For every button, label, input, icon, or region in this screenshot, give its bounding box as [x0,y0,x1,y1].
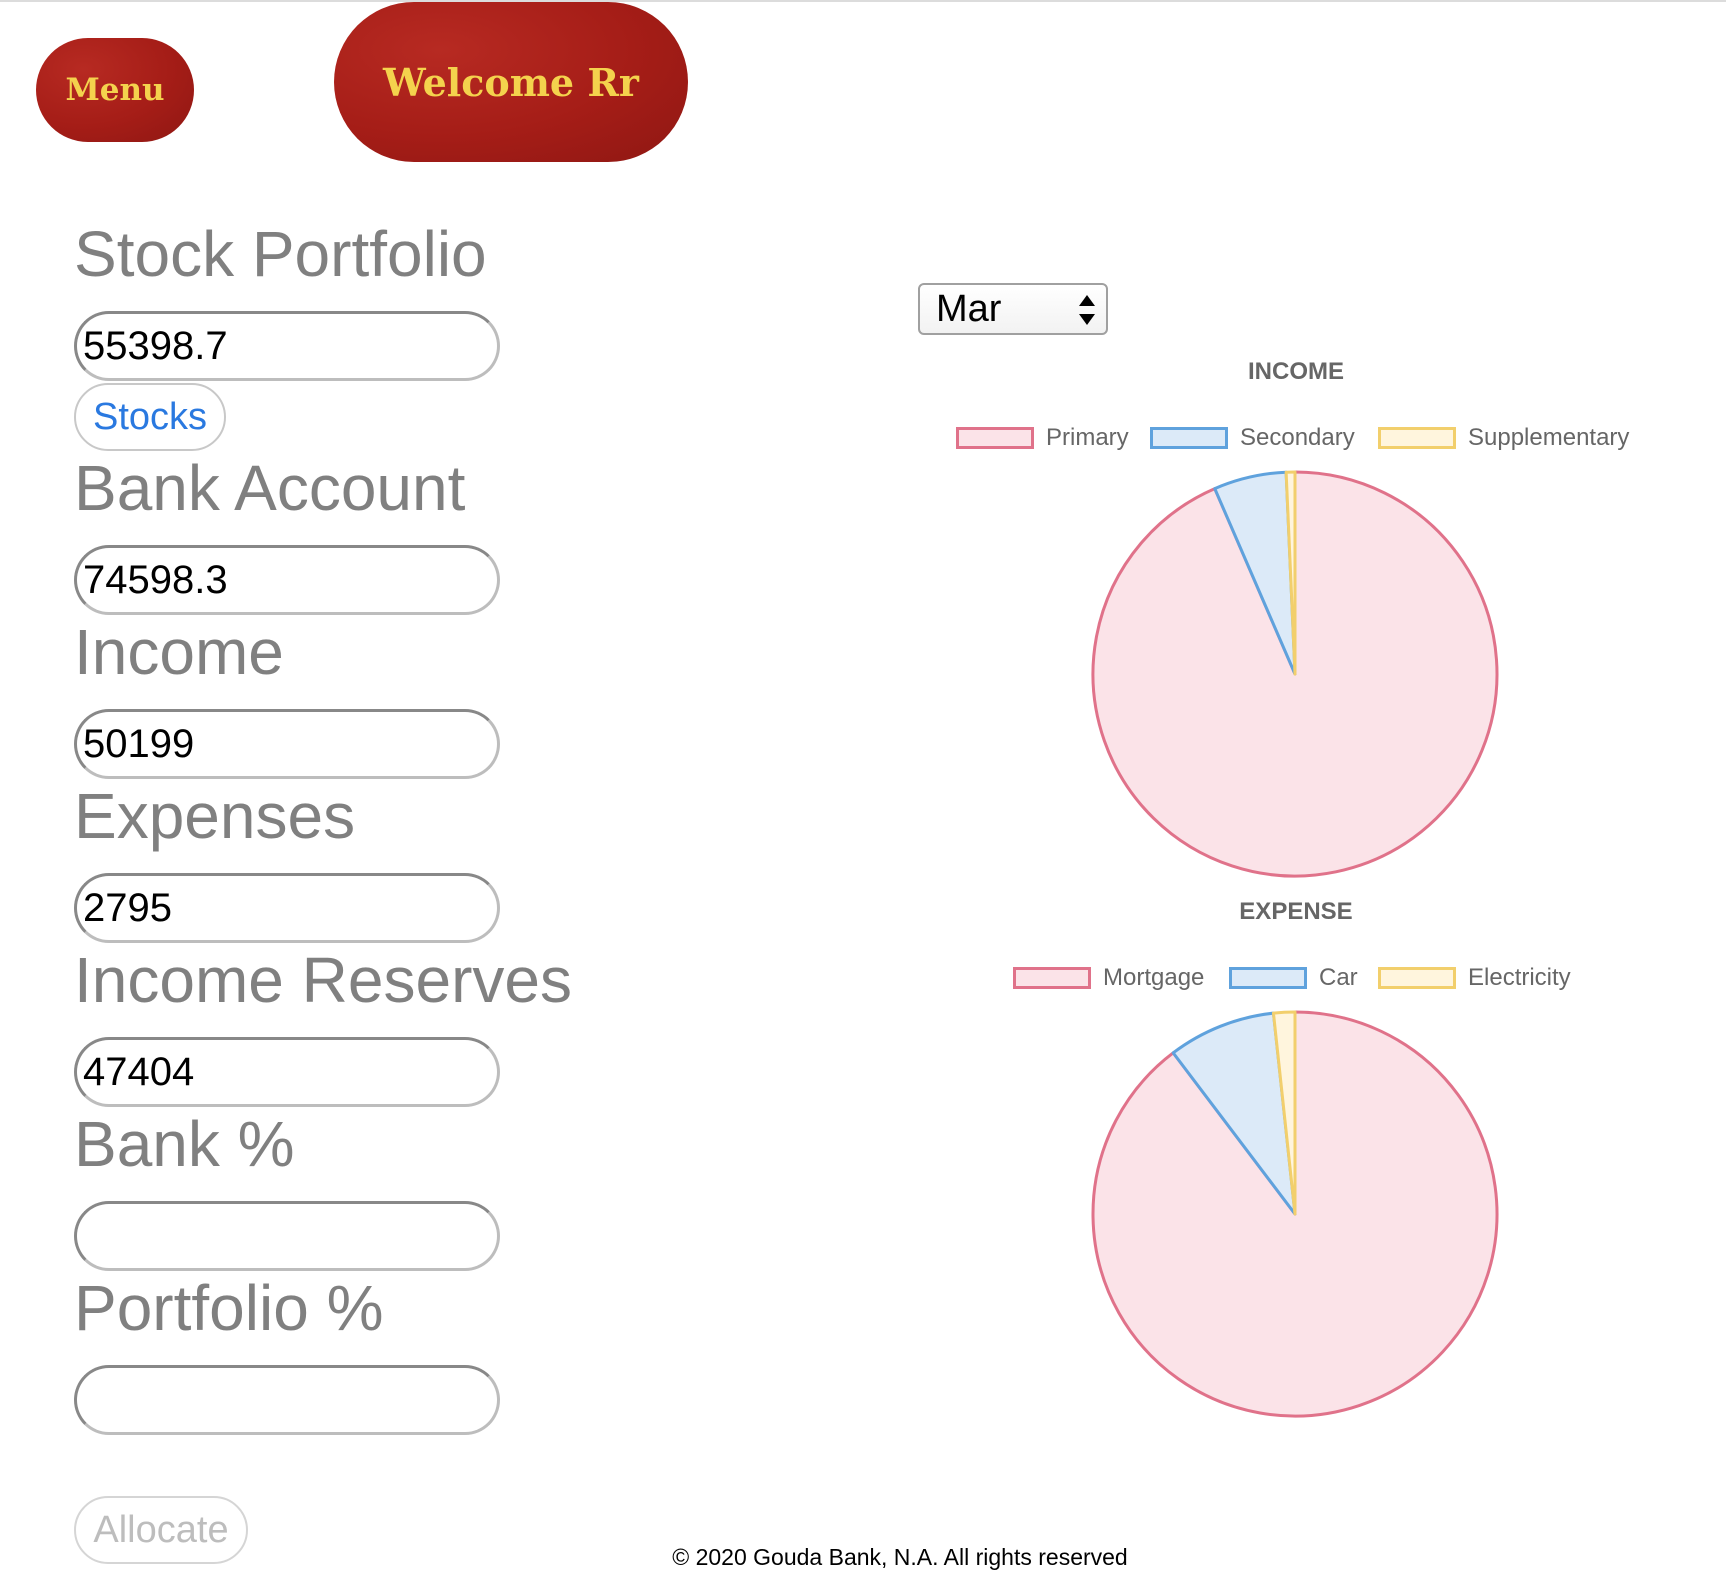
legend-label: Supplementary [1468,424,1630,451]
menu-button[interactable]: Menu [36,38,194,142]
income-reserves-label: Income Reserves [74,944,572,1016]
legend-item-electricity[interactable]: Electricity [1378,964,1571,992]
bank-account-field[interactable] [74,545,500,615]
legend-item-primary[interactable]: Primary [956,424,1129,452]
portfolio-percent-label: Portfolio % [74,1272,384,1344]
legend-label: Mortgage [1103,964,1205,991]
income-field[interactable] [74,709,500,779]
expense-pie-chart [1091,1010,1499,1418]
legend-label: Car [1319,964,1358,991]
bank-account-label: Bank Account [74,452,466,524]
income-chart-title: INCOME [1248,358,1344,385]
legend-label: Secondary [1240,424,1355,451]
legend-label: Electricity [1468,964,1571,991]
footer-copyright: © 2020 Gouda Bank, N.A. All rights reser… [672,1544,1128,1570]
allocate-button[interactable]: Allocate [74,1496,248,1564]
legend-item-car[interactable]: Car [1229,964,1358,992]
select-arrows-icon [1079,295,1095,325]
income-pie-chart [1091,470,1499,878]
legend-item-supplementary[interactable]: Supplementary [1378,424,1629,452]
expense-chart-title: EXPENSE [1239,898,1353,925]
expenses-field[interactable] [74,873,500,943]
top-divider [0,0,1726,2]
legend-item-mortgage[interactable]: Mortgage [1013,964,1204,992]
legend-item-secondary[interactable]: Secondary [1150,424,1355,452]
stocks-button[interactable]: Stocks [74,383,226,451]
legend-swatch [1378,967,1456,989]
legend-swatch [1229,967,1307,989]
legend-label: Primary [1046,424,1129,451]
stock-portfolio-label: Stock Portfolio [74,218,487,290]
income-reserves-field[interactable] [74,1037,500,1107]
legend-swatch [956,427,1034,449]
legend-swatch [1013,967,1091,989]
welcome-button[interactable]: Welcome Rr [334,2,688,162]
income-label: Income [74,616,284,688]
legend-swatch [1150,427,1228,449]
legend-swatch [1378,427,1456,449]
portfolio-percent-field[interactable] [74,1365,500,1435]
stock-portfolio-field[interactable] [74,311,500,381]
month-select[interactable]: Mar [918,283,1108,335]
bank-percent-label: Bank % [74,1108,295,1180]
expenses-label: Expenses [74,780,356,852]
month-select-value: Mar [936,287,1002,330]
bank-percent-field[interactable] [74,1201,500,1271]
